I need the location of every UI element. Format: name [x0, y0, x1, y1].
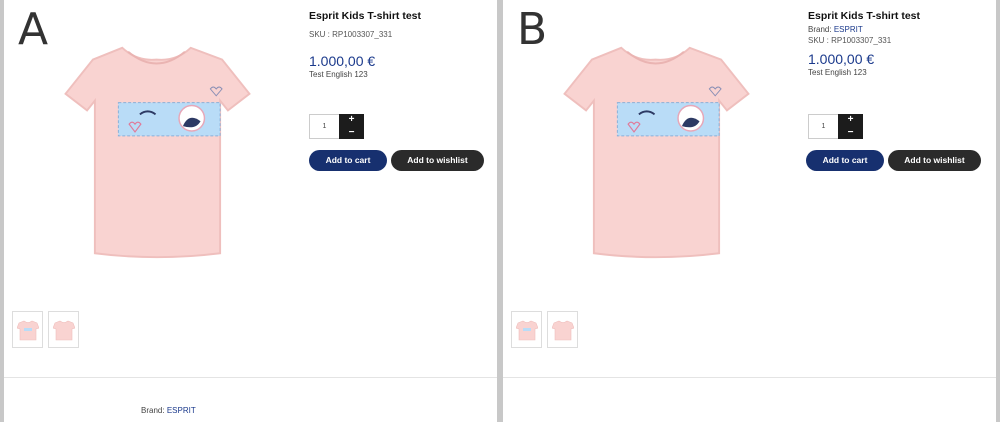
section-divider — [503, 377, 996, 378]
brand-link[interactable]: ESPRIT — [834, 25, 863, 34]
quantity-stepper: 1 + − — [309, 114, 364, 139]
bottom-brand: Brand: ESPRIT — [141, 406, 196, 415]
product-sku: SKU : RP1003307_331 — [808, 36, 892, 45]
product-info: Esprit Kids T-shirt test SKU : RP1003307… — [309, 8, 489, 81]
brand-label: Brand: — [808, 25, 832, 34]
product-main-image[interactable] — [40, 40, 275, 265]
thumbnail-back[interactable] — [547, 311, 578, 348]
quantity-increase-button[interactable]: + — [838, 114, 863, 127]
product-info: Esprit Kids T-shirt test Brand: ESPRIT S… — [808, 8, 988, 79]
right-border — [996, 0, 1000, 422]
thumbnail-strip — [12, 311, 79, 348]
product-subtext: Test English 123 — [309, 70, 368, 79]
product-price: 1.000,00 € — [808, 51, 875, 67]
thumbnail-front[interactable] — [12, 311, 43, 348]
product-sku: SKU : RP1003307_331 — [309, 30, 393, 39]
variant-b-panel: B Esprit Kids T-shirt test Brand: ESPRIT… — [503, 0, 996, 422]
product-main-image[interactable] — [539, 40, 774, 265]
add-to-cart-button[interactable]: Add to cart — [806, 150, 884, 171]
quantity-decrease-button[interactable]: − — [838, 127, 863, 140]
product-brand: Brand: ESPRIT — [808, 24, 988, 35]
add-to-cart-button[interactable]: Add to cart — [309, 150, 387, 171]
add-to-wishlist-button[interactable]: Add to wishlist — [888, 150, 981, 171]
brand-link[interactable]: ESPRIT — [167, 406, 196, 415]
variant-a-panel: A Esprit Kids T-shirt test SKU : RP10033… — [4, 0, 497, 422]
product-title: Esprit Kids T-shirt test — [309, 10, 422, 22]
quantity-stepper: 1 + − — [808, 114, 863, 139]
thumbnail-strip — [511, 311, 578, 348]
product-subtext: Test English 123 — [808, 68, 867, 77]
add-to-wishlist-button[interactable]: Add to wishlist — [391, 150, 484, 171]
quantity-input[interactable]: 1 — [808, 114, 838, 139]
product-price: 1.000,00 € — [309, 53, 376, 69]
product-title: Esprit Kids T-shirt test — [808, 10, 921, 22]
thumbnail-front[interactable] — [511, 311, 542, 348]
quantity-input[interactable]: 1 — [309, 114, 339, 139]
quantity-increase-button[interactable]: + — [339, 114, 364, 127]
thumbnail-back[interactable] — [48, 311, 79, 348]
section-divider — [4, 377, 497, 378]
action-buttons: Add to cart Add to wishlist — [309, 150, 484, 171]
action-buttons: Add to cart Add to wishlist — [806, 150, 981, 171]
quantity-decrease-button[interactable]: − — [339, 127, 364, 140]
brand-label: Brand: — [141, 406, 165, 415]
